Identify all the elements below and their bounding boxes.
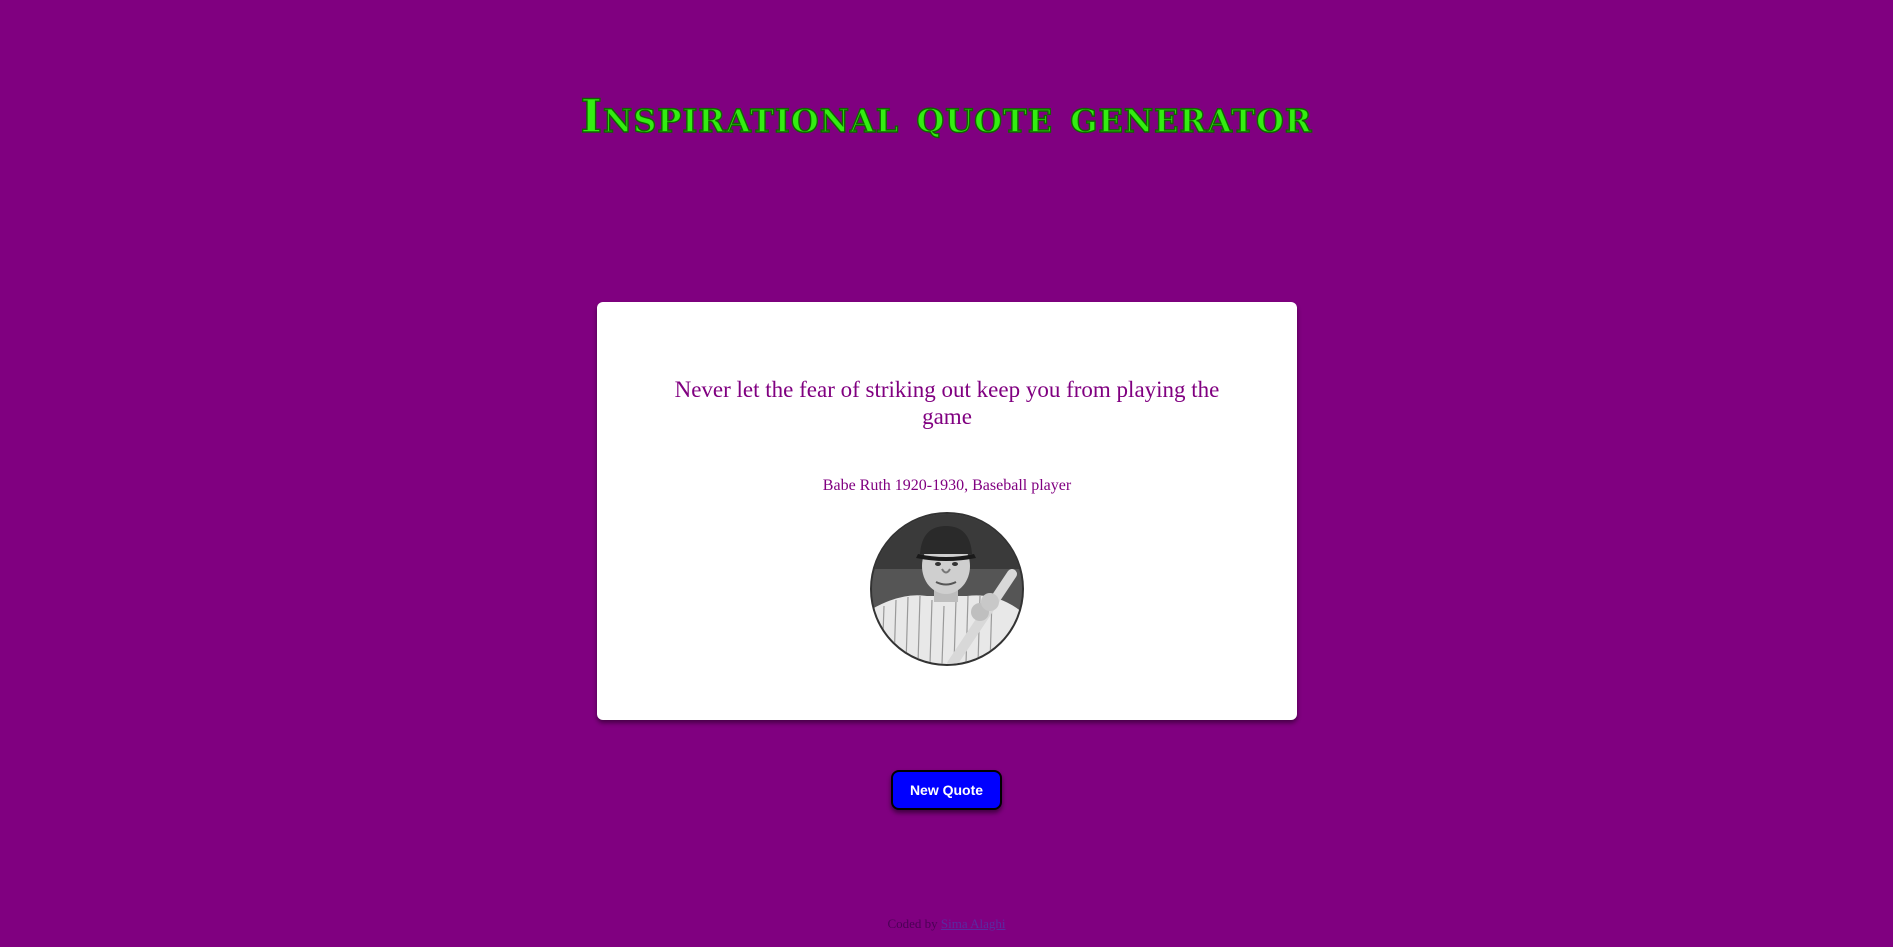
footer-text: Coded by (887, 916, 938, 931)
person-photo-icon (872, 514, 1022, 664)
quote-author: Babe Ruth 1920-1930, Baseball player (822, 477, 1072, 494)
footer-author-link[interactable]: Sima Alaghi (941, 916, 1006, 931)
author-portrait (870, 512, 1024, 666)
new-quote-button[interactable]: New Quote (891, 770, 1002, 810)
page-title: Inspirational quote generator (580, 88, 1313, 143)
quote-card: Never let the fear of striking out keep … (597, 302, 1297, 720)
footer: Coded by Sima Alaghi (0, 916, 1893, 932)
quote-text: Never let the fear of striking out keep … (674, 377, 1220, 429)
